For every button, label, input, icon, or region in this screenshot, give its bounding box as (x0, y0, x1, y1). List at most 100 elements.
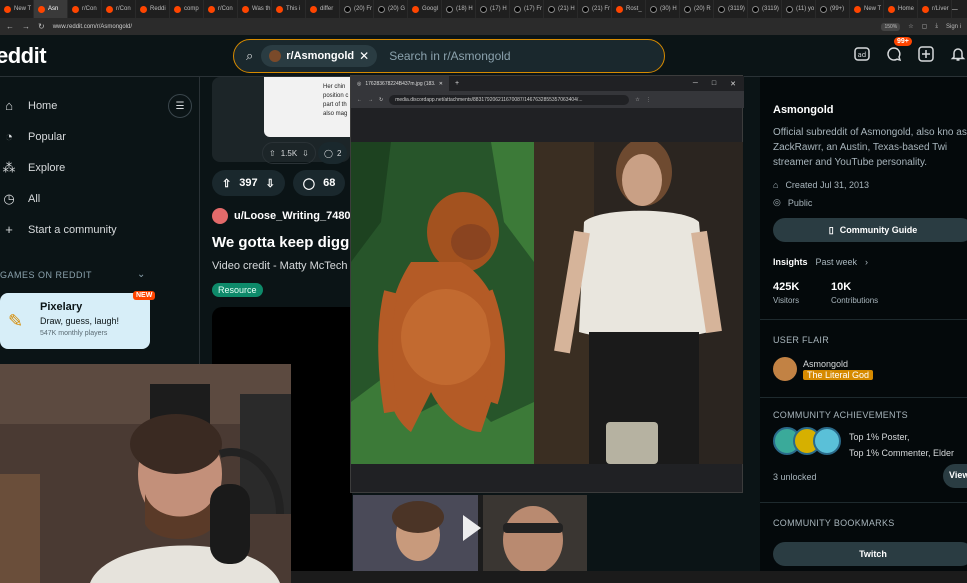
forward-icon[interactable]: → (22, 22, 30, 31)
previous-post-comments[interactable]: ◯ 2 (318, 142, 348, 164)
star-icon[interactable]: ☆ (908, 23, 913, 30)
guide-label: Community Guide (839, 225, 918, 235)
browser-tab[interactable]: differ (306, 0, 340, 18)
post-title[interactable]: We gotta keep digging (212, 234, 352, 251)
subreddit-search-chip[interactable]: r/Asmongold ✕ (261, 45, 378, 67)
tab-label: (17) Fr (524, 6, 542, 12)
reddit-logo[interactable]: eddit (0, 43, 47, 69)
create-post-icon[interactable] (917, 45, 935, 63)
browser-tab[interactable]: r/Con (204, 0, 238, 18)
minimize-icon[interactable]: ─ (952, 5, 958, 14)
extensions-icon[interactable]: ▢ (922, 23, 928, 30)
search-input[interactable]: Search in r/Asmongold (389, 49, 510, 63)
insights-period: Past week (815, 257, 858, 267)
maximize-icon[interactable]: □ (712, 80, 716, 88)
nav-item-explore[interactable]: ⁂ Explore (0, 152, 199, 183)
tab-favicon-icon (480, 5, 487, 13)
browser-tab[interactable]: (17) Fr (510, 0, 544, 18)
video-thumbnail[interactable] (353, 495, 587, 571)
collapse-sidebar-button[interactable]: ☰ (168, 94, 192, 118)
advertise-icon[interactable]: ad (853, 45, 871, 63)
community-guide-button[interactable]: ▯ Community Guide (773, 218, 967, 242)
downvote-icon[interactable]: ⇩ (302, 149, 309, 158)
upvote-icon[interactable]: ⇧ (269, 149, 276, 158)
download-icon[interactable]: ⤓ (935, 23, 938, 30)
close-icon[interactable]: ✕ (359, 49, 369, 63)
post-author[interactable]: u/Loose_Writing_7480 D (212, 208, 369, 224)
view-achievements-button[interactable]: View (943, 464, 967, 488)
browser-tab[interactable]: This i (272, 0, 306, 18)
back-icon[interactable]: ← (6, 22, 14, 31)
browser-tab[interactable]: r/Con (102, 0, 136, 18)
browser-tab[interactable]: (30) H (646, 0, 680, 18)
author-name[interactable]: u/Loose_Writing_7480 (234, 210, 351, 222)
browser-tab[interactable]: (17) H (476, 0, 510, 18)
close-window-icon[interactable]: ✕ (730, 80, 736, 88)
browser-tab[interactable]: (20) G (374, 0, 408, 18)
browser-tab[interactable]: r/Con (68, 0, 102, 18)
explore-icon: ⁂ (2, 159, 16, 175)
popup-tab-title: 176283678224B437m.jpg (183... (365, 80, 435, 87)
bell-icon[interactable] (949, 45, 967, 63)
browser-tab[interactable]: Rost_ (612, 0, 646, 18)
browser-tab[interactable]: (3119) (748, 0, 782, 18)
popup-tab[interactable]: ◎ 176283678224B437m.jpg (183... ✕ (351, 76, 449, 91)
star-icon[interactable]: ☆ (635, 97, 639, 103)
zoom-indicator[interactable]: 150% (881, 22, 901, 31)
comments-button[interactable]: ◯ 68 (292, 170, 346, 196)
search-bar[interactable]: ⌕ r/Asmongold ✕ Search in r/Asmongold (233, 39, 665, 73)
tab-favicon-icon (412, 5, 419, 13)
game-card-pixelary[interactable]: ✎ Pixelary Draw, guess, laugh! 547K mont… (0, 293, 150, 349)
browser-tab[interactable]: Reddi (136, 0, 170, 18)
browser-tab[interactable]: New T (0, 0, 34, 18)
popup-url-field[interactable]: media.discordapp.net/attachments/8831792… (389, 94, 630, 105)
browser-tab[interactable]: Asn (34, 0, 68, 18)
nav-item-popular[interactable]: ◔ Popular (0, 121, 199, 152)
achievements-unlocked: 3 unlocked (773, 472, 817, 482)
reload-icon[interactable]: ↻ (38, 22, 45, 31)
comparison-image (351, 142, 743, 464)
forward-icon[interactable]: → (368, 97, 373, 103)
browser-tab[interactable]: (3119) (714, 0, 748, 18)
new-tab-icon[interactable]: + (455, 80, 459, 87)
browser-tab[interactable]: (20) Fr (340, 0, 374, 18)
previous-post-votes[interactable]: ⇧ 1.5K ⇩ (262, 142, 316, 164)
menu-icon[interactable]: ⋮ (646, 97, 651, 103)
browser-tab[interactable]: (11) yo (782, 0, 816, 18)
browser-tab[interactable]: (21) H (544, 0, 578, 18)
sign-in-button[interactable]: Sign i (946, 24, 961, 30)
browser-tab[interactable]: r/Liver (918, 0, 952, 18)
tab-favicon-icon (344, 5, 351, 13)
upvote-icon[interactable]: ⇧ (222, 177, 231, 190)
browser-tab[interactable]: Googl (408, 0, 442, 18)
browser-tab[interactable]: Was th (238, 0, 272, 18)
downvote-icon[interactable]: ⇩ (266, 177, 275, 190)
back-icon[interactable]: ← (357, 97, 362, 103)
url-field[interactable]: www.reddit.com/r/Asmongold/ (53, 24, 132, 30)
browser-tab[interactable]: (99+) (816, 0, 850, 18)
tab-label: r/Con (116, 6, 131, 12)
close-icon[interactable]: ✕ (439, 81, 443, 87)
insights-row[interactable]: Insights Past week › (773, 257, 868, 267)
tab-favicon-icon (242, 5, 249, 13)
divider (760, 319, 967, 320)
nav-item-start-community[interactable]: + Start a community (0, 214, 199, 245)
tab-favicon-icon (616, 5, 623, 13)
reload-icon[interactable]: ↻ (379, 97, 383, 103)
browser-tab[interactable]: Home (884, 0, 918, 18)
svg-text:ad: ad (858, 51, 867, 59)
browser-tab[interactable]: (21) Fr (578, 0, 612, 18)
stat-label: Visitors (773, 296, 800, 305)
post-flair-tag[interactable]: Resource (212, 283, 263, 297)
minimize-icon[interactable]: ─ (693, 80, 698, 88)
browser-tab[interactable]: New T (850, 0, 884, 18)
bookmark-twitch-button[interactable]: Twitch (773, 542, 967, 566)
nav-item-all[interactable]: ◷ All (0, 183, 199, 214)
chat-icon[interactable]: 99+ (885, 37, 912, 63)
browser-tab[interactable]: comp (170, 0, 204, 18)
browser-tab[interactable]: (18) H (442, 0, 476, 18)
chevron-down-icon[interactable]: ⌄ (137, 269, 145, 280)
tab-label: Rost_ (626, 6, 642, 12)
tab-favicon-icon (922, 5, 929, 13)
browser-tab[interactable]: (20) R (680, 0, 714, 18)
